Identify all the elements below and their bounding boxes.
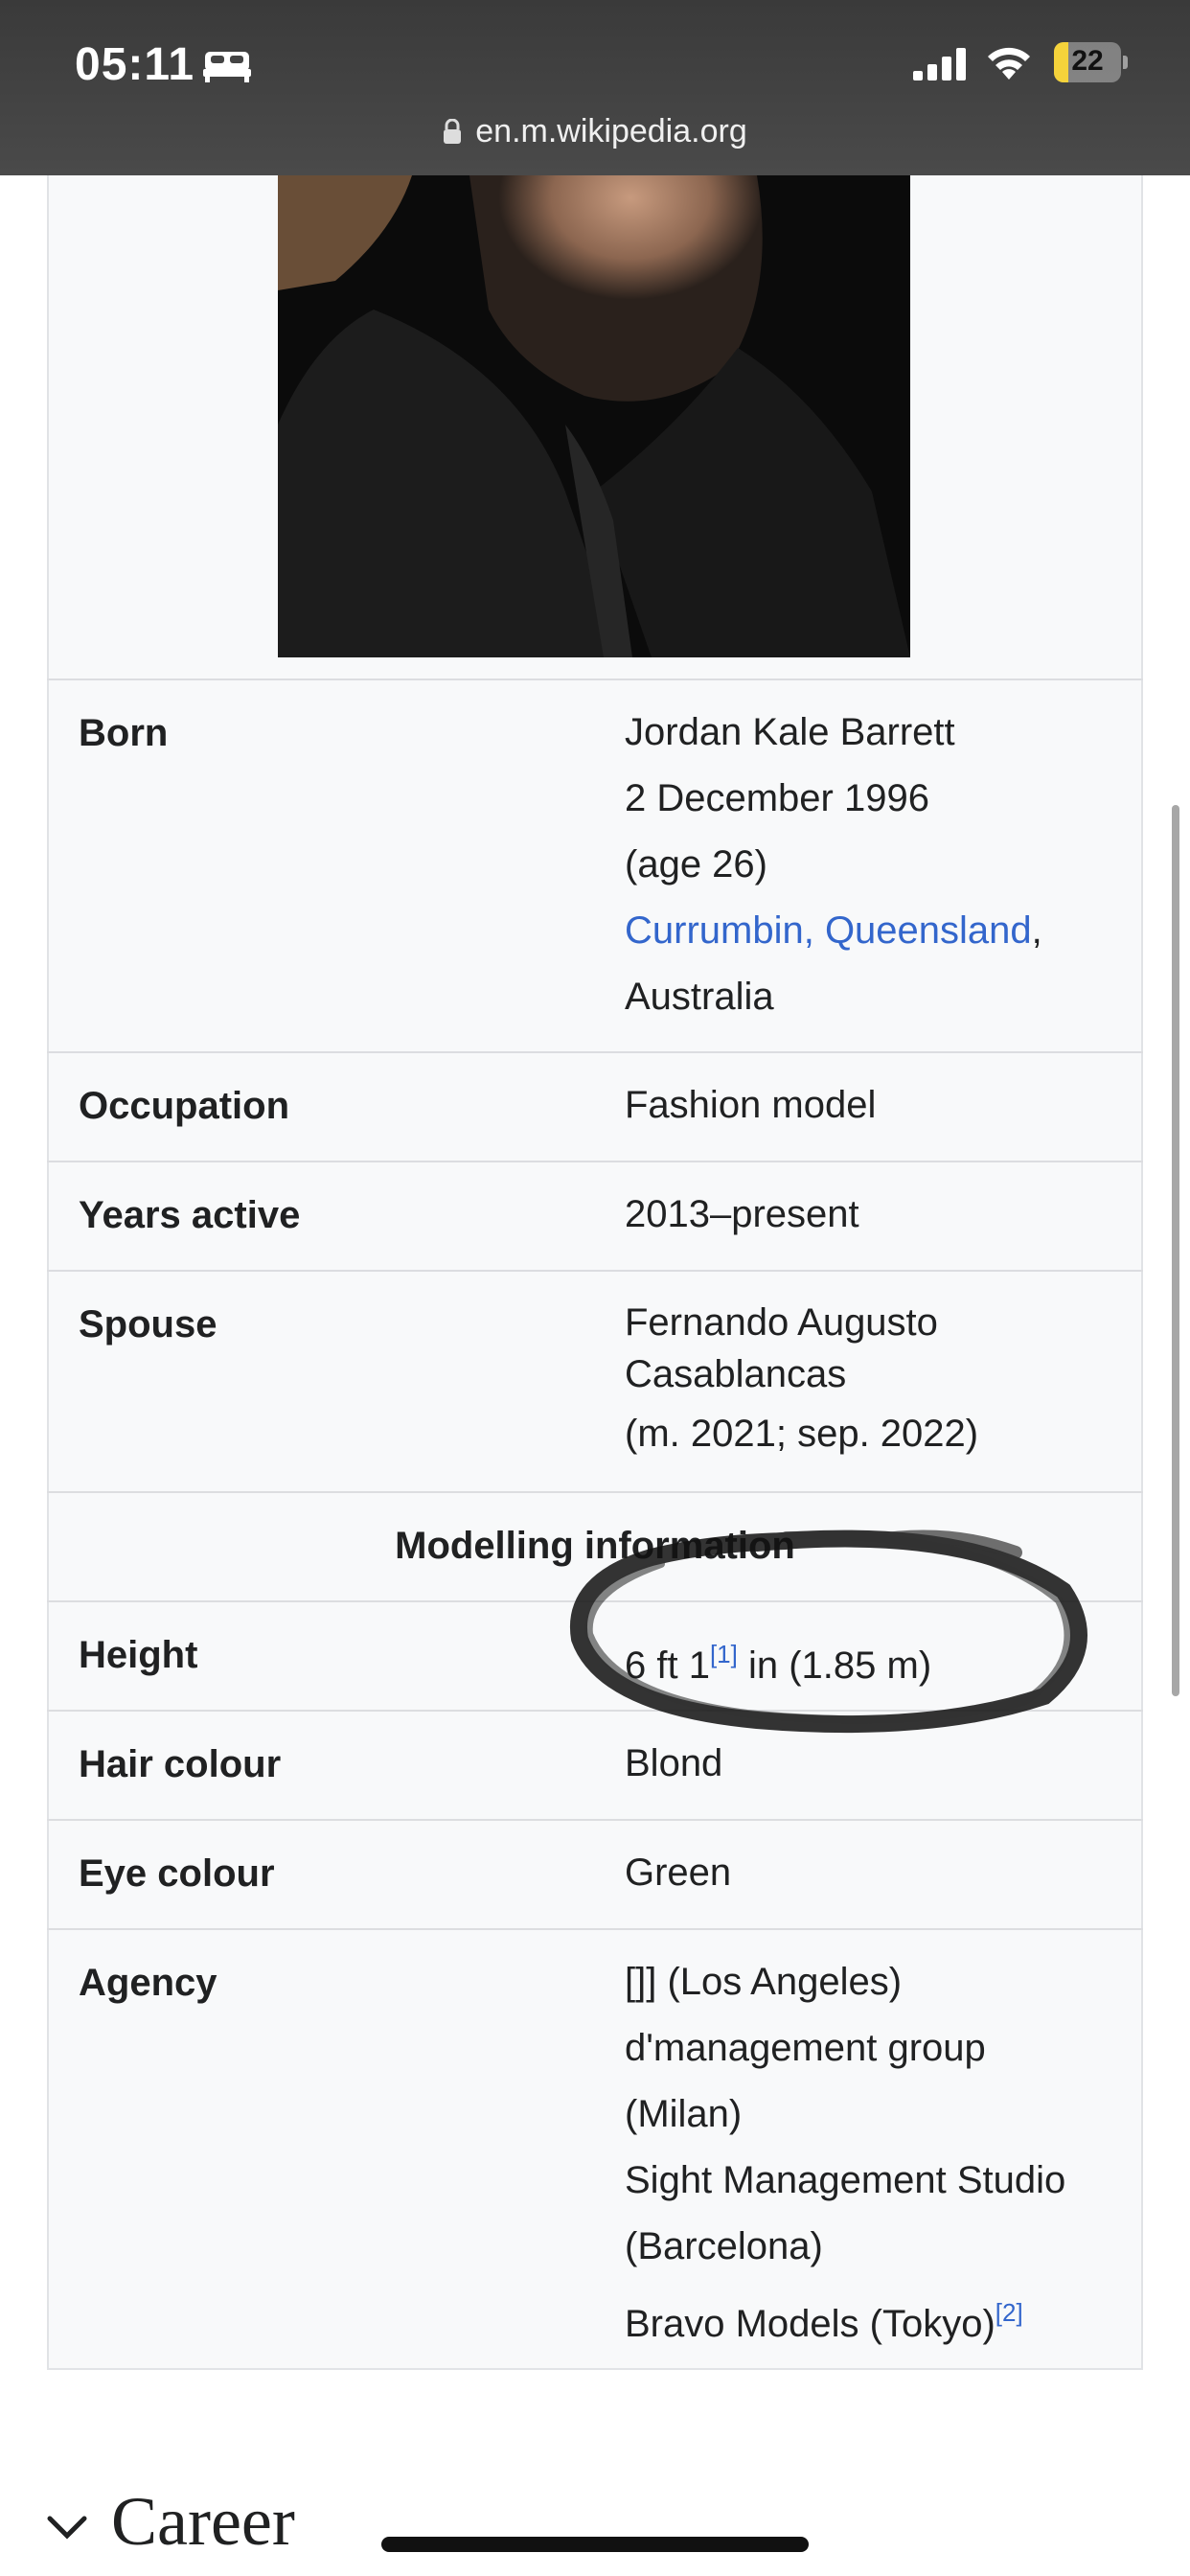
spouse-name-line-2: Casablancas [625, 1353, 847, 1395]
row-divider [47, 1491, 1143, 1493]
agency-line: d'management group [625, 2027, 986, 2069]
hair-colour-label: Hair colour [79, 1743, 282, 1785]
citation-link[interactable]: [2] [995, 2298, 1023, 2327]
row-divider [47, 1161, 1143, 1162]
agency-line: Sight Management Studio [625, 2159, 1066, 2201]
section-heading-career[interactable]: Career [111, 2482, 295, 2562]
spouse-label: Spouse [79, 1303, 217, 1346]
status-time: 05:11 [75, 39, 195, 90]
eye-colour-label: Eye colour [79, 1852, 275, 1895]
modelling-info-header: Modelling information [395, 1525, 795, 1567]
row-divider [47, 1710, 1143, 1712]
spouse-value: Fernando Augusto Casablancas (m. 2021; s… [625, 1297, 978, 1460]
birth-name: Jordan Kale Barrett [625, 711, 955, 753]
years-active-label: Years active [79, 1194, 301, 1236]
wifi-icon [988, 47, 1030, 80]
occupation-value: Fashion model [625, 1084, 877, 1126]
lock-icon [444, 119, 462, 144]
infobox-photo[interactable] [278, 175, 910, 657]
marriage-dates: (m. 2021; sep. 2022) [625, 1413, 979, 1455]
row-divider [47, 1819, 1143, 1821]
birthplace-link[interactable]: Currumbin, Queensland [625, 909, 1032, 952]
row-divider [47, 1051, 1143, 1053]
page-scrollbar[interactable] [1172, 805, 1179, 1696]
sleep-focus-icon [203, 52, 251, 82]
row-divider [47, 678, 1143, 680]
height-value: 6 ft 1[1] in (1.85 m) [625, 1622, 931, 1699]
chevron-down-icon[interactable] [46, 2513, 88, 2542]
citation-link[interactable]: [1] [710, 1640, 738, 1668]
battery-level: 22 [1071, 45, 1104, 77]
height-suffix: in (1.85 m) [737, 1644, 932, 1687]
birth-country: Australia [625, 976, 774, 1018]
years-active-value: 2013–present [625, 1193, 859, 1235]
agency-line: Bravo Models (Tokyo) [625, 2303, 995, 2345]
agency-label: Agency [79, 1962, 217, 2004]
age: (age 26) [625, 843, 767, 886]
home-indicator [381, 2537, 809, 2552]
born-value: Jordan Kale Barrett 2 December 1996 (age… [625, 700, 1042, 1030]
cellular-signal-icon [913, 48, 966, 80]
occupation-label: Occupation [79, 1085, 290, 1127]
browser-top-bar: 05:11 22 en.m.wikipedia.org [0, 0, 1190, 175]
hair-colour-value: Blond [625, 1742, 723, 1784]
battery-indicator: 22 [1054, 42, 1129, 82]
birth-date: 2 December 1996 [625, 777, 929, 819]
row-divider [47, 1600, 1143, 1602]
agency-line: []] (Los Angeles) [625, 1961, 903, 2003]
url-text: en.m.wikipedia.org [475, 113, 747, 150]
agency-line: (Barcelona) [625, 2225, 823, 2267]
height-label: Height [79, 1634, 198, 1676]
row-divider [47, 1928, 1143, 1930]
agency-value: []] (Los Angeles) d'management group (Mi… [625, 1949, 1065, 2358]
url-bar[interactable]: en.m.wikipedia.org [0, 113, 1190, 150]
born-label: Born [79, 712, 169, 754]
eye-colour-value: Green [625, 1852, 732, 1894]
birthplace-suffix: , [1031, 909, 1042, 952]
row-divider [47, 1270, 1143, 1272]
portrait-image [278, 175, 910, 657]
agency-line: (Milan) [625, 2093, 743, 2135]
height-prefix: 6 ft 1 [625, 1644, 710, 1687]
spouse-name-line-1: Fernando Augusto [625, 1301, 938, 1344]
